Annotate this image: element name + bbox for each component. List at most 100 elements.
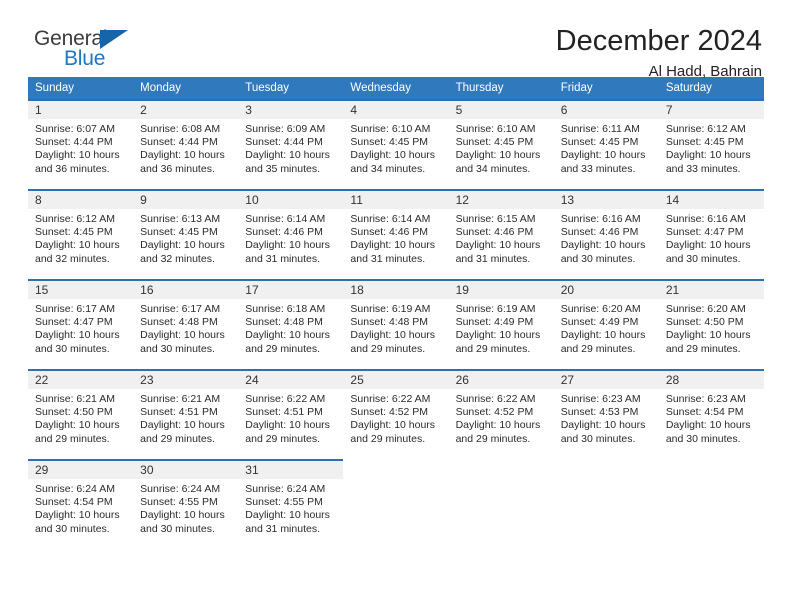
calendar-cell-container: 12 Sunrise: 6:15 AM Sunset: 4:46 PM Dayligh… (448, 189, 554, 279)
day-info: Sunrise: 6:24 AM Sunset: 4:54 PM Daylight:… (28, 479, 133, 536)
calendar-cell-container: 14 Sunrise: 6:16 AM Sunset: 4:47 PM Dayligh… (658, 189, 764, 279)
daylight-text-line1: Daylight: 10 hours (665, 419, 751, 432)
calendar-day-cell[interactable]: 4 Sunrise: 6:10 AM Sunset: 4:45 PM Daylight… (343, 99, 449, 189)
calendar-day-cell[interactable]: 7 Sunrise: 6:12 AM Sunset: 4:45 PM Daylight… (658, 99, 764, 189)
calendar-cell-container: 20 Sunrise: 6:20 AM Sunset: 4:49 PM Dayligh… (553, 279, 659, 369)
calendar-day-cell[interactable]: 19 Sunrise: 6:19 AM Sunset: 4:49 PM Dayligh… (448, 279, 554, 369)
day-number: 10 (238, 191, 344, 209)
calendar-day-cell[interactable]: 25 Sunrise: 6:22 AM Sunset: 4:52 PM Dayligh… (343, 369, 449, 459)
daylight-text-line2: and 29 minutes. (140, 432, 215, 445)
calendar-day-cell[interactable]: 8 Sunrise: 6:12 AM Sunset: 4:45 PM Daylight… (28, 189, 134, 279)
day-number: 1 (28, 101, 134, 119)
calendar-day-cell[interactable]: 20 Sunrise: 6:20 AM Sunset: 4:49 PM Dayligh… (553, 279, 659, 369)
day-info: Sunrise: 6:14 AM Sunset: 4:46 PM Daylight:… (238, 209, 343, 266)
calendar-day-cell[interactable]: 23 Sunrise: 6:21 AM Sunset: 4:51 PM Dayligh… (133, 369, 239, 459)
calendar-day-cell[interactable]: 16 Sunrise: 6:17 AM Sunset: 4:48 PM Dayligh… (133, 279, 239, 369)
sunset-text: Sunset: 4:54 PM (35, 496, 113, 509)
daylight-text-line2: and 29 minutes. (455, 342, 531, 355)
day-number: 26 (448, 371, 554, 389)
calendar-day-cell[interactable]: 12 Sunrise: 6:15 AM Sunset: 4:46 PM Dayligh… (448, 189, 554, 279)
daylight-text-line1: Daylight: 10 hours (350, 149, 436, 162)
calendar-cell-container: 22 Sunrise: 6:21 AM Sunset: 4:50 PM Dayligh… (28, 369, 134, 459)
calendar-cell-container: 13 Sunrise: 6:16 AM Sunset: 4:46 PM Dayligh… (553, 189, 659, 279)
calendar-cell-container: 4 Sunrise: 6:10 AM Sunset: 4:45 PM Daylight… (343, 99, 449, 189)
day-info: Sunrise: 6:20 AM Sunset: 4:50 PM Daylight:… (659, 299, 764, 356)
daylight-text-line1: Daylight: 10 hours (245, 419, 330, 432)
sunrise-text: Sunrise: 6:18 AM (245, 303, 326, 315)
daylight-text-line1: Daylight: 10 hours (350, 239, 436, 252)
calendar-cell-container: 18 Sunrise: 6:19 AM Sunset: 4:48 PM Dayligh… (343, 279, 449, 369)
sunrise-text: Sunrise: 6:09 AM (245, 123, 326, 135)
calendar-day-cell[interactable]: 26 Sunrise: 6:22 AM Sunset: 4:52 PM Dayligh… (448, 369, 554, 459)
calendar-day-cell[interactable]: 24 Sunrise: 6:22 AM Sunset: 4:51 PM Dayligh… (238, 369, 344, 459)
calendar-day-cell[interactable]: 18 Sunrise: 6:19 AM Sunset: 4:48 PM Dayligh… (343, 279, 449, 369)
daylight-text-line2: and 35 minutes. (245, 162, 320, 175)
calendar-day-cell[interactable]: 5 Sunrise: 6:10 AM Sunset: 4:45 PM Daylight… (448, 99, 554, 189)
calendar-day-cell[interactable]: 30 Sunrise: 6:24 AM Sunset: 4:55 PM Dayligh… (133, 459, 239, 549)
sunrise-text: Sunrise: 6:16 AM (560, 213, 641, 225)
calendar-cell-container (449, 459, 554, 549)
daylight-text-line1: Daylight: 10 hours (245, 329, 330, 342)
day-number: 7 (658, 101, 764, 119)
calendar-day-cell[interactable]: 22 Sunrise: 6:21 AM Sunset: 4:50 PM Dayligh… (28, 369, 134, 459)
day-info: Sunrise: 6:21 AM Sunset: 4:51 PM Daylight:… (133, 389, 238, 446)
calendar-day-cell[interactable]: 9 Sunrise: 6:13 AM Sunset: 4:45 PM Daylight… (133, 189, 239, 279)
calendar-day-cell[interactable]: 1 Sunrise: 6:07 AM Sunset: 4:44 PM Daylight… (28, 99, 134, 189)
calendar-day-cell[interactable]: 11 Sunrise: 6:14 AM Sunset: 4:46 PM Dayligh… (343, 189, 449, 279)
calendar-day-cell[interactable]: 15 Sunrise: 6:17 AM Sunset: 4:47 PM Dayligh… (28, 279, 134, 369)
sunset-text: Sunset: 4:50 PM (665, 316, 744, 329)
day-number: 22 (28, 371, 134, 389)
sunrise-text: Sunrise: 6:19 AM (455, 303, 536, 315)
day-number: 18 (343, 281, 449, 299)
sunset-text: Sunset: 4:48 PM (245, 316, 323, 329)
sunrise-text: Sunrise: 6:10 AM (350, 123, 431, 135)
day-number: 23 (133, 371, 239, 389)
day-info: Sunrise: 6:12 AM Sunset: 4:45 PM Daylight:… (28, 209, 133, 266)
sunset-text: Sunset: 4:53 PM (560, 406, 639, 419)
calendar-day-cell[interactable]: 14 Sunrise: 6:16 AM Sunset: 4:47 PM Dayligh… (658, 189, 764, 279)
daylight-text-line2: and 30 minutes. (665, 252, 741, 265)
calendar-day-cell[interactable]: 31 Sunrise: 6:24 AM Sunset: 4:55 PM Dayligh… (238, 459, 344, 549)
daylight-text-line2: and 30 minutes. (560, 432, 636, 445)
day-number: 2 (133, 101, 239, 119)
general-blue-logo[interactable]: General Blue (28, 26, 148, 78)
daylight-text-line2: and 32 minutes. (140, 252, 215, 265)
sunset-text: Sunset: 4:46 PM (350, 226, 429, 239)
daylight-text-line2: and 33 minutes. (665, 162, 741, 175)
daylight-text-line1: Daylight: 10 hours (140, 329, 225, 342)
calendar-day-cell[interactable]: 2 Sunrise: 6:08 AM Sunset: 4:44 PM Daylight… (133, 99, 239, 189)
sunrise-text: Sunrise: 6:12 AM (35, 213, 115, 225)
day-info: Sunrise: 6:17 AM Sunset: 4:47 PM Daylight:… (28, 299, 133, 356)
day-number: 14 (658, 191, 764, 209)
sunrise-text: Sunrise: 6:17 AM (140, 303, 221, 315)
daylight-text-line2: and 29 minutes. (245, 432, 320, 445)
sunrise-text: Sunrise: 6:15 AM (455, 213, 536, 225)
day-number: 20 (553, 281, 659, 299)
calendar-day-cell[interactable]: 13 Sunrise: 6:16 AM Sunset: 4:46 PM Dayligh… (553, 189, 659, 279)
day-number: 19 (448, 281, 554, 299)
calendar-day-cell[interactable]: 21 Sunrise: 6:20 AM Sunset: 4:50 PM Dayligh… (658, 279, 764, 369)
calendar-cell-container: 1 Sunrise: 6:07 AM Sunset: 4:44 PM Daylight… (28, 99, 134, 189)
calendar-day-cell[interactable]: 6 Sunrise: 6:11 AM Sunset: 4:45 PM Daylight… (553, 99, 659, 189)
calendar-cell-container: 21 Sunrise: 6:20 AM Sunset: 4:50 PM Dayligh… (658, 279, 764, 369)
daylight-text-line2: and 29 minutes. (245, 342, 320, 355)
calendar-day-cell[interactable]: 3 Sunrise: 6:09 AM Sunset: 4:44 PM Daylight… (238, 99, 344, 189)
calendar-week-row: 1 Sunrise: 6:07 AM Sunset: 4:44 PM Daylight… (28, 99, 764, 189)
day-number: 6 (553, 101, 659, 119)
page-header: General Blue December 2024 Al Hadd, Bahr… (28, 0, 764, 80)
sunset-text: Sunset: 4:44 PM (140, 136, 218, 149)
calendar-day-cell[interactable]: 29 Sunrise: 6:24 AM Sunset: 4:54 PM Dayligh… (28, 459, 134, 549)
calendar-day-cell[interactable]: 28 Sunrise: 6:23 AM Sunset: 4:54 PM Dayligh… (658, 369, 764, 459)
calendar-empty-cell (554, 459, 659, 549)
daylight-text-line2: and 34 minutes. (350, 162, 426, 175)
calendar-day-cell[interactable]: 17 Sunrise: 6:18 AM Sunset: 4:48 PM Dayligh… (238, 279, 344, 369)
daylight-text-line1: Daylight: 10 hours (665, 149, 751, 162)
sunrise-text: Sunrise: 6:14 AM (245, 213, 326, 225)
day-info: Sunrise: 6:19 AM Sunset: 4:49 PM Daylight:… (449, 299, 554, 356)
daylight-text-line2: and 29 minutes. (560, 342, 636, 355)
calendar-day-cell[interactable]: 27 Sunrise: 6:23 AM Sunset: 4:53 PM Dayligh… (553, 369, 659, 459)
calendar-day-cell[interactable]: 10 Sunrise: 6:14 AM Sunset: 4:46 PM Dayligh… (238, 189, 344, 279)
sunset-text: Sunset: 4:46 PM (245, 226, 323, 239)
day-info: Sunrise: 6:17 AM Sunset: 4:48 PM Daylight:… (133, 299, 238, 356)
day-info: Sunrise: 6:08 AM Sunset: 4:44 PM Daylight:… (133, 119, 238, 176)
